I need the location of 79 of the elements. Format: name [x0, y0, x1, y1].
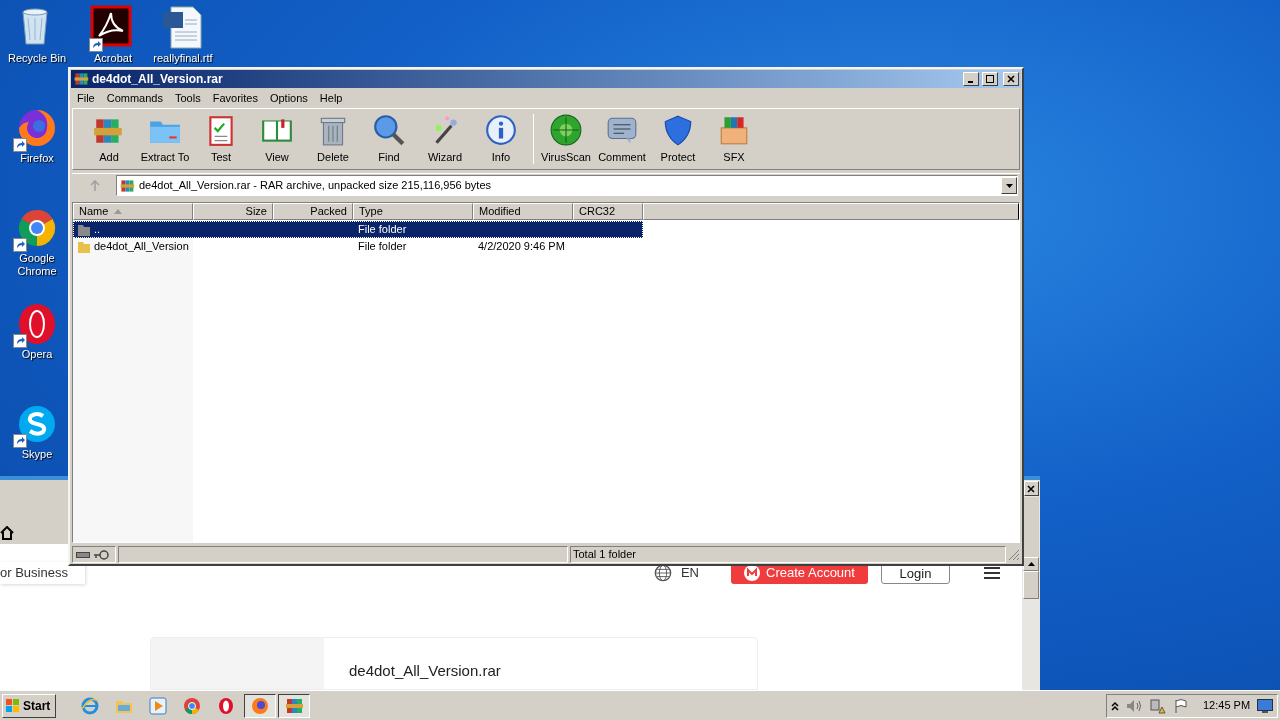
- info-icon: [484, 112, 518, 147]
- firefox-icon: [250, 695, 270, 716]
- status-text: Total 1 folder: [573, 547, 636, 563]
- toolbar-button[interactable]: SFX: [706, 111, 762, 167]
- column-header[interactable]: CRC32: [573, 203, 643, 220]
- close-icon[interactable]: [1003, 72, 1019, 86]
- toolbar-button[interactable]: VirusScan: [538, 111, 594, 167]
- column-header[interactable]: Packed: [273, 203, 353, 220]
- toolbar-button[interactable]: Extract To: [137, 111, 193, 167]
- media-player-icon: [148, 695, 168, 716]
- menu-item[interactable]: Favorites: [206, 89, 264, 107]
- menu-item[interactable]: Commands: [100, 89, 169, 107]
- caret-down-icon: [1005, 183, 1013, 188]
- toolbar-button[interactable]: Info: [473, 111, 529, 167]
- toolbar-button[interactable]: Add: [81, 111, 137, 167]
- scroll-thumb[interactable]: [1023, 571, 1039, 599]
- resize-grip-icon[interactable]: [1008, 548, 1020, 561]
- menu-icon[interactable]: [984, 566, 1000, 581]
- folder-icon: [77, 239, 91, 254]
- toolbar-button[interactable]: View: [249, 111, 305, 167]
- menu-item[interactable]: Options: [263, 89, 314, 107]
- flag-icon[interactable]: [1173, 697, 1189, 714]
- language-selector[interactable]: EN: [680, 563, 699, 583]
- toolbar-button[interactable]: Comment: [594, 111, 650, 167]
- taskbar-app-button[interactable]: [244, 693, 276, 718]
- toolbar-button[interactable]: Test: [193, 111, 249, 167]
- type-cell: File folder: [358, 240, 407, 253]
- desktop-icon-label[interactable]: Google Chrome: [4, 252, 70, 278]
- column-header[interactable]: Name: [73, 203, 193, 220]
- logo-icon: [744, 565, 761, 582]
- scroll-up-button[interactable]: [1023, 557, 1039, 571]
- chrome-icon: [182, 695, 202, 716]
- nav-tab[interactable]: or Business: [0, 562, 85, 585]
- archive-books-icon: [119, 177, 135, 194]
- desktop-icon-label[interactable]: Skype: [4, 448, 70, 461]
- search-icon: [372, 112, 406, 147]
- clock[interactable]: 12:45 PM: [1203, 697, 1251, 714]
- network-warning-icon[interactable]: [1149, 697, 1167, 714]
- opera-icon: [216, 695, 236, 716]
- show-desktop-icon[interactable]: [1257, 698, 1273, 713]
- dropdown-button[interactable]: [1001, 177, 1017, 194]
- address-field[interactable]: de4dot_All_Version.rar - RAR archive, unpacked size 215,116,956 bytes: [116, 175, 1018, 196]
- folder-icon: [77, 222, 91, 237]
- archive-books-icon: [73, 71, 89, 87]
- menu-item[interactable]: Help: [313, 89, 349, 107]
- arrow-up-icon: [89, 179, 101, 192]
- menu-item[interactable]: Tools: [169, 89, 207, 107]
- home-icon[interactable]: [0, 526, 14, 541]
- type-cell: File folder: [358, 223, 407, 236]
- windows-logo-icon: [5, 697, 21, 714]
- modified-cell: 4/2/2020 9:46 PM: [478, 240, 565, 253]
- key-icon[interactable]: [93, 549, 109, 560]
- taskbar-app-button[interactable]: [278, 693, 310, 718]
- maximize-icon[interactable]: [982, 72, 998, 86]
- desktop-icon-label[interactable]: Recycle Bin: [4, 52, 70, 65]
- desktop-icon-label[interactable]: Opera: [4, 348, 70, 361]
- internet-explorer-icon: [80, 695, 100, 716]
- toolbar-button[interactable]: Find: [361, 111, 417, 167]
- column-header[interactable]: Type: [353, 203, 473, 220]
- toolbar-button[interactable]: Protect: [650, 111, 706, 167]
- file-row[interactable]: .. File folder: [73, 221, 643, 238]
- column-header[interactable]: Modified: [473, 203, 573, 220]
- toolbar-button[interactable]: Delete: [305, 111, 361, 167]
- desktop-icon-label[interactable]: Firefox: [4, 152, 70, 165]
- desktop-icon-label[interactable]: Acrobat: [80, 52, 146, 65]
- minimize-icon[interactable]: [963, 72, 979, 86]
- menu-item[interactable]: File: [71, 89, 101, 107]
- globe-icon[interactable]: [653, 564, 672, 583]
- start-button[interactable]: Start: [2, 693, 56, 718]
- window-title: de4dot_All_Version.rar: [92, 71, 224, 88]
- file-title: de4dot_All_Version.rar: [349, 661, 501, 682]
- caret-up-icon: [1027, 562, 1035, 566]
- chevron-up-icon[interactable]: [1111, 700, 1119, 711]
- file-row[interactable]: de4dot_All_Version File folder 4/2/2020 9:46 PM: [73, 238, 643, 255]
- desktop-icon-label[interactable]: reallyfinal.rtf: [150, 52, 216, 65]
- bug-scan-icon: [549, 112, 583, 147]
- column-header[interactable]: Size: [193, 203, 273, 220]
- drive-icon[interactable]: [76, 550, 90, 559]
- toolbar-button[interactable]: Wizard: [417, 111, 473, 167]
